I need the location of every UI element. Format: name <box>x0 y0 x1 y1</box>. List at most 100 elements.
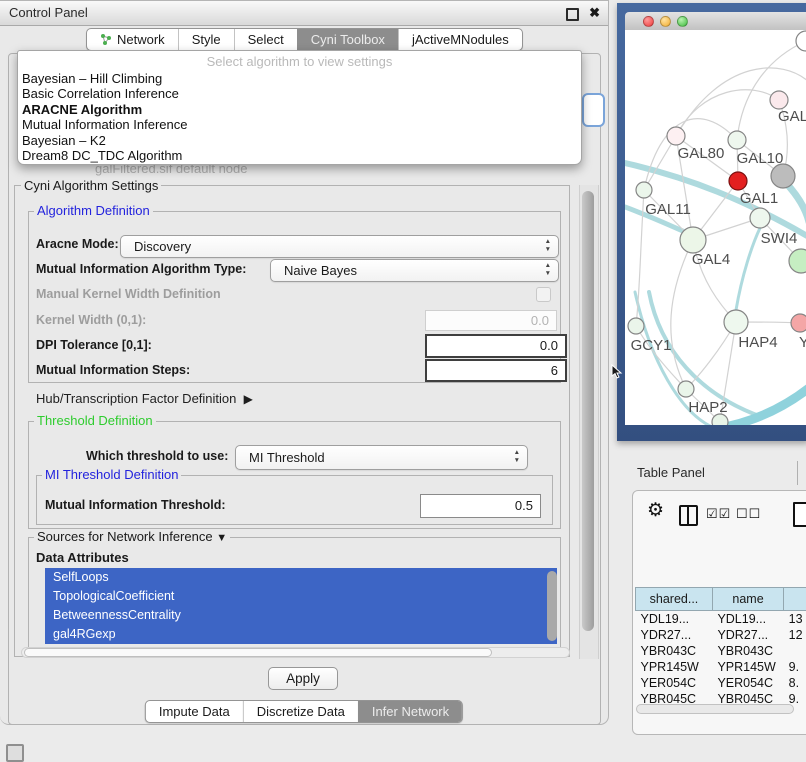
manual-kernel-width-checkbox[interactable] <box>536 287 551 302</box>
network-window-titlebar <box>625 12 806 31</box>
column-header[interactable] <box>784 588 806 611</box>
node-attribute-table[interactable]: shared...name YDL19...YDL19...13YDR27...… <box>635 587 806 704</box>
document-icon[interactable] <box>793 502 806 527</box>
network-node[interactable] <box>712 414 728 425</box>
panel-grip-icon[interactable] <box>6 744 24 762</box>
kernel-width-field: 0.0 <box>425 310 557 331</box>
table-panel-title: Table Panel <box>637 465 705 480</box>
which-threshold-combo[interactable]: MI Threshold ▲▼ <box>235 445 528 470</box>
network-icon <box>100 33 112 46</box>
tab-select[interactable]: Select <box>234 29 297 50</box>
apply-button[interactable]: Apply <box>268 667 338 690</box>
algorithm-dropdown-placeholder: Select algorithm to view settings <box>18 51 581 71</box>
focused-combo-fragment[interactable] <box>582 93 605 127</box>
cyni-mode-tab-bar: Impute DataDiscretize DataInfer Network <box>145 700 463 723</box>
dpi-tolerance-label: DPI Tolerance [0,1]: <box>36 338 152 352</box>
algorithm-option[interactable]: Mutual Information Inference <box>18 117 581 132</box>
aracne-mode-combo[interactable]: Discovery ▲▼ <box>120 235 559 258</box>
node-label: GCY1 <box>631 337 672 354</box>
mi-algorithm-type-combo[interactable]: Naive Bayes ▲▼ <box>270 259 559 282</box>
network-node-gal80[interactable] <box>667 127 685 145</box>
dpi-tolerance-field[interactable]: 0.0 <box>425 334 567 358</box>
attribute-item[interactable]: BetweennessCentrality <box>45 606 557 625</box>
table-row[interactable]: YER054CYER054C8. <box>636 675 806 691</box>
tab-infer-network[interactable]: Infer Network <box>358 701 462 722</box>
tab-impute-data[interactable]: Impute Data <box>146 701 243 722</box>
attributes-list-scrollbar[interactable] <box>547 571 557 641</box>
network-node[interactable] <box>729 172 747 190</box>
mouse-cursor-icon <box>610 364 623 380</box>
tab-jactivemnodules[interactable]: jActiveMNodules <box>398 29 522 50</box>
network-node-gal10[interactable] <box>728 131 746 149</box>
data-attributes-label: Data Attributes <box>36 550 129 565</box>
algorithm-option[interactable]: Bayesian – Hill Climbing <box>18 71 581 86</box>
table-row[interactable]: YBR045CYBR045C9. <box>636 691 806 704</box>
tab-network[interactable]: Network <box>87 29 178 50</box>
algorithm-definition-title: Algorithm Definition <box>34 203 153 218</box>
attribute-item[interactable]: SelfLoops <box>45 568 557 587</box>
which-threshold-label: Which threshold to use: <box>86 449 228 463</box>
table-row[interactable]: YDR27...YDR27...12 <box>636 627 806 643</box>
mi-threshold-field[interactable]: 0.5 <box>420 494 541 518</box>
tab-style[interactable]: Style <box>178 29 234 50</box>
unchecked-boxes-icon[interactable]: ☐☐ <box>736 506 761 522</box>
attribute-item[interactable]: TopologicalCoefficient <box>45 587 557 606</box>
manual-kernel-width-label: Manual Kernel Width Definition <box>36 287 221 301</box>
settings-group-title: Cyni Algorithm Settings <box>21 178 161 193</box>
tab-cyni-toolbox[interactable]: Cyni Toolbox <box>297 29 398 50</box>
zoom-traffic-icon[interactable] <box>677 16 688 27</box>
cyni-algorithm-settings-group: Cyni Algorithm Settings Algorithm Defini… <box>14 185 570 657</box>
settings-vertical-scrollbar[interactable] <box>579 185 599 659</box>
network-nodes[interactable]: GALGAL80GAL10GAL1GAL11GAL4SWI4GCY1HAP4YH… <box>628 31 806 425</box>
table-row[interactable]: YBR043CYBR043C <box>636 643 806 659</box>
data-attributes-list[interactable]: SelfLoopsTopologicalCoefficientBetweenne… <box>45 568 557 644</box>
network-node-gal1[interactable] <box>750 208 770 228</box>
table-row[interactable]: YPR145WYPR145W9. <box>636 659 806 675</box>
network-node-gal4[interactable] <box>680 227 706 253</box>
combo-stepper-icon: ▲▼ <box>514 449 520 465</box>
checked-boxes-icon[interactable]: ☑☑ <box>706 506 731 522</box>
node-table-clip: shared...name YDL19...YDL19...13YDR27...… <box>633 539 806 704</box>
algorithm-option[interactable]: ARACNE Algorithm <box>18 102 581 117</box>
table-horizontal-scrollbar[interactable] <box>636 704 794 714</box>
table-panel: ⚙ ☑☑ ☐☐ shared...name YDL19...YDL19...13… <box>632 490 806 735</box>
close-traffic-icon[interactable] <box>643 16 654 27</box>
sources-expander[interactable]: Sources for Network Inference ▼ <box>34 529 230 544</box>
column-header[interactable]: name <box>712 588 783 611</box>
node-label: GAL <box>778 108 806 125</box>
mi-steps-field[interactable]: 6 <box>425 359 567 382</box>
node-label: GAL80 <box>678 145 725 162</box>
network-node-gal11[interactable] <box>636 182 652 198</box>
tab-discretize-data[interactable]: Discretize Data <box>243 701 358 722</box>
gear-icon[interactable]: ⚙ <box>647 499 664 522</box>
algorithm-dropdown-list: Bayesian – Hill ClimbingBasic Correlatio… <box>18 71 581 163</box>
table-row[interactable]: YDL19...YDL19...13 <box>636 611 806 628</box>
network-node-hap4[interactable] <box>724 310 748 334</box>
algorithm-option[interactable]: Basic Correlation Inference <box>18 86 581 101</box>
network-node[interactable] <box>771 164 795 188</box>
network-node-swi4[interactable] <box>789 249 806 273</box>
split-columns-icon[interactable] <box>679 505 698 526</box>
network-node-y[interactable] <box>791 314 806 332</box>
network-node-hap2[interactable] <box>678 381 694 397</box>
attribute-item[interactable]: gal4RGexp <box>45 625 557 644</box>
network-node[interactable] <box>796 31 806 51</box>
column-header[interactable]: shared... <box>636 588 713 611</box>
network-canvas[interactable]: GALGAL80GAL10GAL1GAL11GAL4SWI4GCY1HAP4YH… <box>625 30 806 425</box>
algorithm-option[interactable]: Bayesian – K2 <box>18 133 581 148</box>
close-window-icon[interactable]: ✖ <box>589 1 600 25</box>
node-label: GAL4 <box>692 251 730 268</box>
float-window-icon[interactable] <box>566 8 579 21</box>
network-view-window[interactable]: GALGAL80GAL10GAL1GAL11GAL4SWI4GCY1HAP4YH… <box>617 3 806 441</box>
table-panel-divider <box>797 461 798 485</box>
network-node-gcy1[interactable] <box>628 318 644 334</box>
minimize-traffic-icon[interactable] <box>660 16 671 27</box>
hub-transcription-expander[interactable]: Hub/Transcription Factor Definition ▶ <box>36 391 253 406</box>
window-title: Control Panel <box>9 5 88 20</box>
network-node-gal[interactable] <box>770 91 788 109</box>
settings-horizontal-scrollbar[interactable] <box>21 647 570 658</box>
node-label: SWI4 <box>761 230 798 247</box>
node-label: GAL11 <box>645 201 691 218</box>
algorithm-option[interactable]: Dream8 DC_TDC Algorithm <box>18 148 581 163</box>
control-panel-titlebar: Control Panel ✖ <box>0 1 608 26</box>
